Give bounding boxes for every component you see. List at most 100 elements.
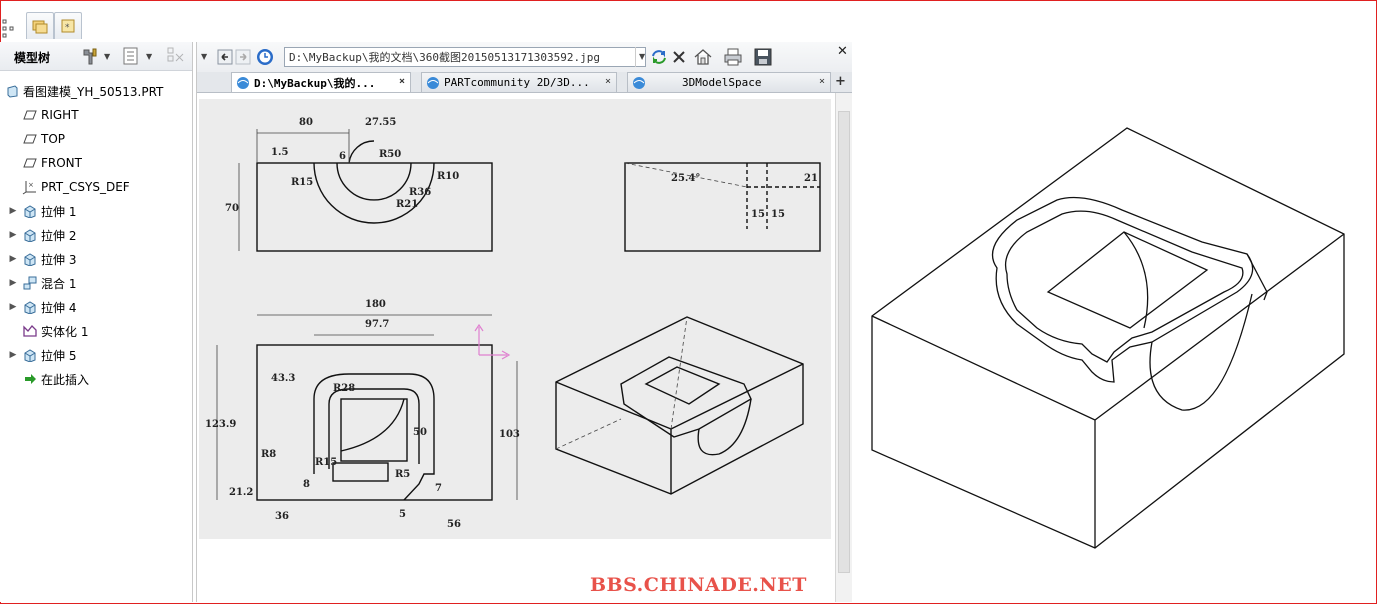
home-button[interactable] [693,47,713,67]
dim-label: 180 [365,299,386,310]
show-dropdown-icon[interactable]: ▼ [146,52,152,61]
vertical-scrollbar[interactable] [835,93,852,602]
save-icon [754,48,772,66]
expand-arrow-icon[interactable]: ▶ [8,230,18,240]
tree-item-solidify-1[interactable]: 实体化 1 [22,320,88,342]
tree-item-extrude-5[interactable]: ▶ 拉伸 5 [8,344,77,366]
close-tab-icon[interactable]: × [399,76,405,87]
expand-arrow-icon[interactable]: ▶ [8,302,18,312]
dim-label: 80 [299,117,313,128]
back-arrow-icon [217,49,233,65]
dim-label: 21.2 [229,487,253,498]
settings-icon[interactable] [80,46,100,69]
dim-label: 15 [771,209,785,220]
tree-item-label: PRT_CSYS_DEF [41,180,130,194]
solidify-icon [22,323,38,339]
show-icon[interactable] [122,46,140,69]
refresh-button[interactable] [649,47,669,67]
csys-icon: × [22,179,38,195]
dim-label: R21 [396,199,418,210]
chevron-down-icon: ▼ [639,52,646,61]
filter-icon[interactable] [166,46,186,69]
tree-item-label: FRONT [41,156,82,170]
tree-item-label: TOP [41,132,66,146]
dim-label: R15 [315,457,337,468]
tab-3dmodelspace[interactable]: 3DModelSpace × [627,72,831,92]
dim-label: R28 [333,383,355,394]
dim-label: 5 [399,509,406,520]
address-dropdown[interactable]: ▼ [635,47,650,67]
tree-item-top[interactable]: TOP [22,128,65,150]
history-button[interactable] [255,47,275,67]
dim-label: 97.7 [365,319,389,330]
scrollbar-thumb[interactable] [838,111,850,573]
expand-arrow-icon[interactable]: ▶ [8,350,18,360]
tree-item-label: RIGHT [41,108,79,122]
dim-label: 50 [413,427,427,438]
favorites-tab[interactable]: * [54,12,82,39]
save-button[interactable] [753,47,773,67]
tree-item-extrude-2[interactable]: ▶ 拉伸 2 [8,224,77,246]
browser-toolbar: ▼ D:\MyBackup\我的文档\360截图2015051317130359… [197,42,852,72]
tree-tab[interactable] [0,16,18,42]
extrude-icon [22,203,38,219]
tree-item-right[interactable]: RIGHT [22,104,79,126]
tab-partcommunity[interactable]: PARTcommunity 2D/3D... × [421,72,617,92]
expand-arrow-icon[interactable]: ▶ [8,254,18,264]
browser-tab-bar: D:\MyBackup\我的... × PARTcommunity 2D/3D.… [197,72,852,93]
tree-item-extrude-3[interactable]: ▶ 拉伸 3 [8,248,77,270]
back-button[interactable] [215,47,235,67]
print-button[interactable] [723,47,743,67]
dim-label: 8 [303,479,310,490]
close-tab-icon[interactable]: × [605,76,611,87]
address-bar[interactable]: D:\MyBackup\我的文档\360截图20150513171303592.… [284,47,646,67]
dim-label: 103 [499,429,520,440]
forward-button[interactable] [233,47,253,67]
extrude-icon [22,251,38,267]
datum-plane-icon [22,131,38,147]
new-tab-button[interactable]: + [835,74,846,89]
drawing-svg: 80 27.55 R50 1.5 6 R15 R36 R10 R21 70 25… [205,117,821,530]
tree-item-extrude-1[interactable]: ▶ 拉伸 1 [8,200,77,222]
stop-button[interactable] [669,47,689,67]
tree-item-label: 拉伸 1 [41,204,77,219]
print-icon [724,48,742,66]
dim-label: R8 [261,449,276,460]
datum-plane-icon [22,155,38,171]
tree-item-label: 实体化 1 [41,324,89,339]
expand-arrow-icon[interactable]: ▶ [8,278,18,288]
tree-item-front[interactable]: FRONT [22,152,82,174]
blend-icon [22,275,38,291]
dim-label: 56 [447,519,461,530]
tree-item-extrude-4[interactable]: ▶ 拉伸 4 [8,296,77,318]
expand-arrow-icon[interactable]: ▶ [8,206,18,216]
favorites-icon: * [61,19,75,33]
stop-icon [673,51,685,63]
model-viewport[interactable] [852,42,1372,602]
settings-dropdown-icon[interactable]: ▼ [104,52,110,61]
dim-label: R5 [395,469,410,480]
close-browser-icon[interactable]: ✕ [837,44,848,59]
dim-label: R15 [291,177,313,188]
svg-text:×: × [28,181,34,189]
navigator-tabs: * [0,10,193,42]
tab-image[interactable]: D:\MyBackup\我的... × [231,72,411,92]
dim-label: 27.55 [365,117,396,128]
menu-dropdown-icon[interactable]: ▼ [201,52,207,61]
dim-label: 123.9 [205,419,236,430]
tree-item-blend-1[interactable]: ▶ 混合 1 [8,272,76,294]
tree-item-csys[interactable]: × PRT_CSYS_DEF [22,176,130,198]
tree-item-label: 拉伸 5 [41,348,77,363]
datum-plane-icon [22,107,38,123]
tab-label: PARTcommunity 2D/3D... [444,76,590,89]
tree-item-insert-here[interactable]: 在此插入 [22,368,89,390]
browser-content: 80 27.55 R50 1.5 6 R15 R36 R10 R21 70 25… [197,93,837,602]
tree-item-part[interactable]: 看图建模_YH_50513.PRT [4,80,163,102]
browser-globe-icon [427,76,439,89]
folder-browser-tab[interactable] [26,12,54,39]
embedded-browser: ▼ D:\MyBackup\我的文档\360截图2015051317130359… [196,42,852,602]
dim-label: R36 [409,187,431,198]
history-clock-icon [257,49,273,65]
close-tab-icon[interactable]: × [819,76,825,87]
dim-label: R10 [437,171,459,182]
